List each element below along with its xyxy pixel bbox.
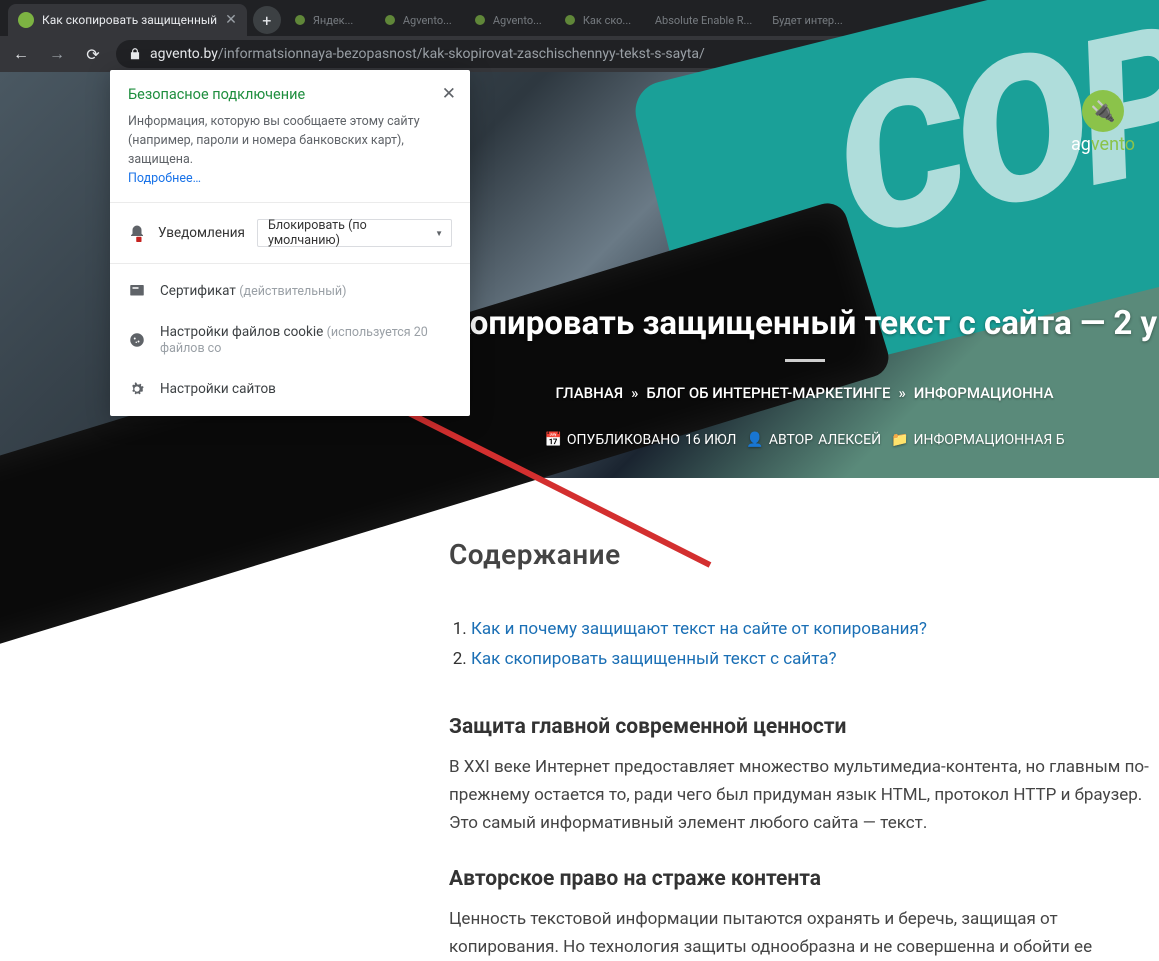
favicon-icon xyxy=(565,15,575,25)
section-heading: Авторское право на страже контента xyxy=(449,867,1159,891)
page-title: копировать защищенный текст с сайта — 2 … xyxy=(450,304,1159,343)
browser-tab[interactable]: Agvento... xyxy=(375,4,465,36)
toc-link[interactable]: Как скопировать защищенный текст с сайта… xyxy=(471,649,837,669)
certificate-icon xyxy=(128,282,146,300)
favicon-icon xyxy=(385,15,395,25)
breadcrumb-link[interactable]: ИНФОРМАЦИОННА xyxy=(914,384,1054,402)
connection-title: Безопасное подключение xyxy=(128,86,452,103)
site-info-popup: ✕ Безопасное подключение Информация, кот… xyxy=(110,70,470,416)
bell-blocked-icon xyxy=(128,224,146,242)
site-logo[interactable]: 🔌 agvento xyxy=(1071,90,1135,155)
leaf-icon xyxy=(18,12,34,28)
paragraph: В XXI веке Интернет предоставляет множес… xyxy=(449,753,1159,837)
cookie-icon xyxy=(128,331,146,349)
site-settings-row[interactable]: Настройки сайтов xyxy=(110,368,470,410)
tab-title: Как скопировать защищенный xyxy=(42,13,217,27)
reload-button[interactable]: ⟳ xyxy=(80,41,106,67)
browser-tab[interactable]: Будет интер... xyxy=(762,4,853,36)
permission-select[interactable]: Блокировать (по умолчанию) xyxy=(257,219,452,247)
browser-tab[interactable]: Absolute Enable R... xyxy=(645,4,762,36)
lock-icon[interactable] xyxy=(128,47,142,61)
url-text: agvento.by/informatsionnaya-bezopasnost/… xyxy=(150,46,705,62)
toc-heading: Содержание xyxy=(449,538,1159,571)
back-button[interactable]: ← xyxy=(8,41,34,67)
gear-icon xyxy=(128,380,146,398)
permission-label: Уведомления xyxy=(158,225,245,241)
article-body: Содержание Как и почему защищают текст н… xyxy=(449,478,1159,961)
toc-link[interactable]: Как и почему защищают текст на сайте от … xyxy=(471,619,927,639)
browser-tab-active[interactable]: Как скопировать защищенный ✕ xyxy=(8,4,247,36)
learn-more-link[interactable]: Подробнее… xyxy=(128,171,201,186)
section-heading: Защита главной современной ценности xyxy=(449,715,1159,739)
cookies-row[interactable]: Настройки файлов cookie (используется 20… xyxy=(110,312,470,368)
forward-button[interactable]: → xyxy=(44,41,70,67)
browser-tab[interactable]: Как ско... xyxy=(555,4,645,36)
new-tab-button[interactable]: + xyxy=(253,6,281,34)
favicon-icon xyxy=(295,15,305,25)
title-divider xyxy=(785,359,825,362)
breadcrumb-link[interactable]: ГЛАВНАЯ xyxy=(555,384,623,402)
breadcrumb: ГЛАВНАЯ » БЛОГ ОБ ИНТЕРНЕТ-МАРКЕТИНГЕ » … xyxy=(450,384,1159,402)
browser-tab[interactable]: Яндек... xyxy=(285,4,375,36)
calendar-icon: 📅 xyxy=(544,432,561,448)
paragraph: Ценность текстовой информации пытаются о… xyxy=(449,905,1159,961)
certificate-row[interactable]: Сертификат (действительный) xyxy=(110,270,470,312)
close-icon[interactable]: ✕ xyxy=(225,12,237,28)
browser-tab[interactable]: Agvento... xyxy=(465,4,555,36)
post-meta: 📅ОПУБЛИКОВАНО 16 ИЮЛ 👤АВТОР АЛЕКСЕЙ 📁ИНФ… xyxy=(450,432,1159,448)
connection-description: Информация, которую вы сообщаете этому с… xyxy=(128,113,452,169)
folder-icon: 📁 xyxy=(891,432,908,448)
plug-icon: 🔌 xyxy=(1082,90,1124,132)
breadcrumb-link[interactable]: БЛОГ ОБ ИНТЕРНЕТ-МАРКЕТИНГЕ xyxy=(646,384,890,402)
user-icon: 👤 xyxy=(746,432,763,448)
favicon-icon xyxy=(475,15,485,25)
toc-list: Как и почему защищают текст на сайте от … xyxy=(449,619,1159,669)
logo-text: agvento xyxy=(1071,134,1135,155)
close-icon[interactable]: ✕ xyxy=(438,80,460,108)
